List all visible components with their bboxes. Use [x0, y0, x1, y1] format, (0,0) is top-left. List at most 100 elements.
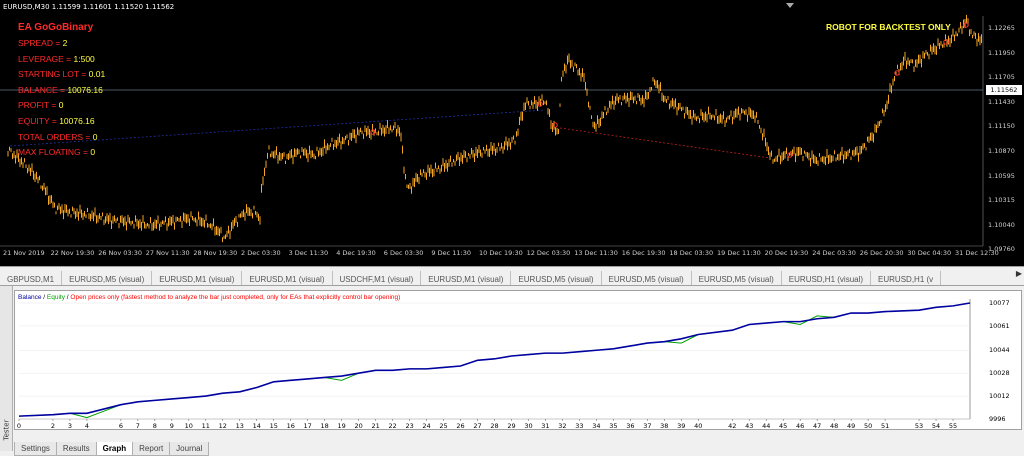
graph-x-tick: 2	[50, 422, 56, 430]
time-tick-label: 10 Dec 19:30	[479, 249, 523, 257]
balance-line	[18, 302, 971, 417]
chart-symbol-title: EURUSD,M30 1.11599 1.11601 1.11520 1.115…	[3, 3, 175, 11]
graph-x-tick: 14	[252, 422, 261, 430]
chart-tab[interactable]: USDCHF,M1 (visual)	[333, 271, 422, 285]
ea-stat-label: STARTING LOT =	[18, 69, 89, 80]
ea-stat-value: 0.01	[88, 69, 106, 80]
ea-stat-value: 2	[62, 38, 68, 48]
chart-tab[interactable]: EURUSD,M5 (visual)	[602, 271, 692, 285]
tester-tab-graph[interactable]: Graph	[95, 442, 134, 456]
graph-y-tick: 10044	[989, 346, 1010, 355]
price-tick-label: 1.10595	[988, 171, 1015, 180]
tab-scroll-right-icon[interactable]: ▶	[1016, 269, 1022, 278]
tester-side-label: Tester	[2, 419, 11, 441]
ea-stat-label: BALANCE =	[18, 84, 68, 95]
graph-x-tick: 10	[184, 422, 193, 430]
price-chart[interactable]: EURUSD,M30 1.11599 1.11601 1.11520 1.115…	[0, 0, 1024, 266]
graph-x-tick: 11	[201, 422, 210, 430]
graph-x-tick: 50	[863, 422, 873, 430]
ea-stat-label: MAX FLOATING =	[18, 147, 91, 158]
graph-x-tick: 36	[626, 422, 635, 430]
time-tick-label: 30 Dec 04:30	[907, 249, 952, 257]
ea-stat-value: 0	[90, 147, 96, 158]
graph-x-tick: 29	[507, 422, 516, 430]
time-tick-label: 24 Dec 03:30	[812, 249, 856, 257]
graph-x-tick: 27	[473, 422, 482, 430]
time-tick-label: 3 Dec 11:30	[288, 249, 329, 257]
time-tick-label: 22 Nov 19:30	[50, 249, 95, 257]
time-tick-label: 2 Dec 03:30	[241, 249, 281, 257]
robot-backtest-label: ROBOT FOR BACKTEST ONLY	[826, 22, 951, 32]
chart-tab[interactable]: EURUSD,H1 (v	[871, 271, 942, 285]
chart-shift-icon	[786, 3, 794, 8]
ea-stat-value: 10076.16	[67, 84, 103, 95]
time-tick-label: 26 Nov 03:30	[98, 249, 143, 257]
time-tick-label: 18 Dec 03:30	[669, 249, 714, 257]
graph-x-tick: 24	[422, 422, 431, 430]
ea-stat-label: TOTAL ORDERS =	[18, 131, 93, 142]
time-tick-label: 16 Dec 19:30	[621, 249, 666, 257]
chart-tab[interactable]: EURUSD,M5 (visual)	[62, 271, 153, 285]
price-tick-label: 1.10870	[988, 147, 1015, 155]
graph-x-tick: 39	[677, 422, 686, 430]
graph-x-tick: 23	[405, 422, 414, 430]
ea-stat-line: BALANCE = 10076.16	[18, 85, 103, 95]
graph-x-tick: 25	[439, 422, 448, 430]
graph-x-tick: 32	[558, 422, 567, 430]
graph-x-tick: 37	[643, 422, 652, 430]
chart-tab[interactable]: EURUSD,M1 (visual)	[242, 271, 333, 285]
chart-tab[interactable]: EURUSD,M1 (visual)	[152, 271, 243, 285]
graph-x-tick: 53	[914, 422, 924, 430]
chart-tab[interactable]: EURUSD,M1 (visual)	[421, 271, 512, 285]
time-tick-label: 28 Nov 19:30	[193, 249, 238, 257]
tester-tab-results[interactable]: Results	[55, 442, 97, 456]
ea-stat-line: EQUITY = 10076.16	[18, 116, 95, 126]
graph-x-tick: 30	[524, 422, 533, 430]
graph-y-tick: 10077	[989, 299, 1010, 307]
price-tick-label: 1.11705	[988, 73, 1015, 82]
time-tick-label: 4 Dec 19:30	[336, 249, 376, 257]
chart-tab[interactable]: EURUSD,H1 (visual)	[782, 271, 872, 285]
graph-x-tick: 43	[745, 422, 754, 430]
trade-marker	[552, 122, 558, 128]
graph-x-tick: 18	[320, 422, 329, 430]
tester-tabs: Settings Results Graph Report Journal	[14, 436, 210, 456]
graph-x-tick: 17	[303, 422, 312, 430]
graph-x-tick: 9	[169, 422, 174, 430]
price-chart-canvas[interactable]	[0, 0, 1024, 266]
graph-x-tick: 40	[694, 422, 703, 430]
graph-x-tick: 47	[813, 422, 822, 430]
ea-stat-label: PROFIT =	[18, 100, 59, 111]
tester-panel: Tester Balance / Equity / Open prices on…	[0, 286, 1024, 456]
graph-x-tick: 15	[269, 422, 278, 430]
graph-x-tick: 8	[152, 422, 157, 430]
graph-x-tick: 19	[337, 422, 346, 430]
tester-tab-report[interactable]: Report	[132, 442, 171, 456]
chart-tab[interactable]: EURUSD,M5 (visual)	[511, 271, 602, 285]
ea-stat-label: EQUITY =	[18, 116, 60, 126]
ea-stat-value: 0	[92, 131, 98, 142]
trade-line-sell	[559, 127, 771, 159]
graph-x-tick: 4	[84, 422, 89, 430]
time-tick-label: 13 Dec 11:30	[574, 249, 618, 257]
price-tick-label: 1.12265	[988, 24, 1015, 32]
time-tick-label: 6 Dec 03:30	[383, 249, 424, 257]
balance-graph: Balance / Equity / Open prices only (fas…	[14, 290, 1022, 430]
graph-x-tick: 20	[354, 422, 363, 430]
chart-tab[interactable]: GBPUSD,M1	[0, 271, 63, 285]
graph-x-tick: 22	[388, 422, 397, 430]
graph-y-tick: 9996	[989, 415, 1006, 423]
graph-x-tick: 54	[931, 422, 941, 430]
chart-tab[interactable]: EURUSD,M5 (visual)	[692, 271, 782, 285]
price-tick-label: 1.11950	[988, 48, 1015, 57]
current-price-label: 1.11562	[986, 85, 1022, 95]
ea-stat-line: STARTING LOT = 0.01	[18, 69, 105, 79]
graph-x-tick: 28	[490, 422, 499, 430]
graph-x-tick: 3	[67, 422, 72, 430]
ea-stat-line: TOTAL ORDERS = 0	[18, 132, 97, 142]
time-tick-label: 21 Nov 2019	[3, 249, 45, 257]
time-tick-label: 26 Dec 20:30	[859, 249, 904, 257]
tester-tab-journal[interactable]: Journal	[169, 442, 210, 456]
graph-x-tick: 44	[762, 422, 771, 430]
tester-tab-settings[interactable]: Settings	[14, 442, 57, 456]
